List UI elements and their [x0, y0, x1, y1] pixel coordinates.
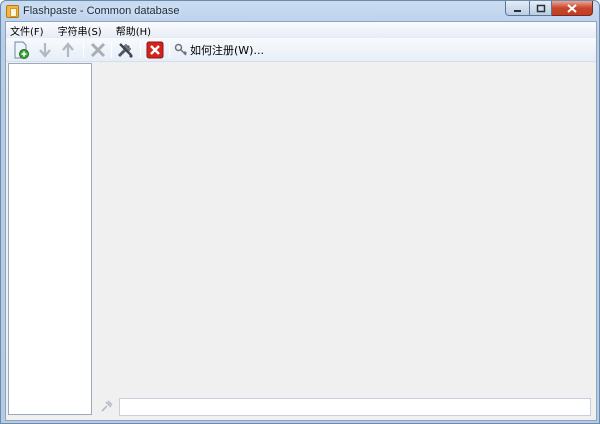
close-button[interactable]	[552, 1, 593, 16]
maximize-button[interactable]	[530, 1, 552, 16]
window-title: Flashpaste - Common database	[23, 5, 180, 17]
pin-icon	[101, 400, 113, 412]
register-label: 如何注册(W)...	[190, 44, 264, 57]
close-icon	[567, 3, 577, 13]
exit-button[interactable]	[146, 41, 164, 59]
key-icon	[174, 43, 188, 56]
minimize-icon	[514, 9, 521, 12]
add-button[interactable]	[12, 41, 30, 59]
pin-button[interactable]	[100, 399, 114, 413]
menu-bar: 文件(F) 字符串(S) 帮助(H)	[6, 22, 596, 38]
register-button[interactable]: 如何注册(W)...	[174, 41, 264, 59]
add-document-icon	[14, 41, 29, 59]
maximize-icon	[536, 4, 545, 12]
move-down-button[interactable]	[36, 41, 54, 59]
close-red-icon	[146, 41, 164, 59]
menu-strings[interactable]: 字符串(S)	[56, 23, 108, 38]
client-area: 文件(F) 字符串(S) 帮助(H) 如何注册(W)...	[5, 21, 597, 421]
string-input[interactable]	[119, 398, 591, 416]
toolbar-separator	[169, 42, 170, 58]
toolbar-separator	[111, 42, 112, 58]
move-up-icon	[62, 42, 74, 57]
move-down-icon	[39, 43, 51, 58]
menu-help[interactable]: 帮助(H)	[114, 23, 157, 38]
minimize-button[interactable]	[505, 1, 530, 16]
flashpaste-app-icon[interactable]	[6, 5, 19, 18]
toolbar-separator	[83, 42, 84, 58]
strings-area[interactable]	[95, 63, 596, 415]
delete-button[interactable]	[89, 41, 107, 59]
menu-file[interactable]: 文件(F)	[8, 23, 50, 38]
caption-buttons	[505, 1, 593, 16]
delete-icon	[90, 42, 106, 58]
tools-icon	[117, 43, 133, 58]
app-window: Flashpaste - Common database 文件(F) 字符串(S…	[0, 0, 600, 424]
move-up-button[interactable]	[59, 41, 77, 59]
toolbar-separator	[140, 42, 141, 58]
title-bar[interactable]: Flashpaste - Common database	[1, 1, 599, 21]
toolbar: 如何注册(W)...	[6, 38, 596, 62]
settings-button[interactable]	[116, 41, 134, 59]
category-list[interactable]	[8, 63, 92, 415]
